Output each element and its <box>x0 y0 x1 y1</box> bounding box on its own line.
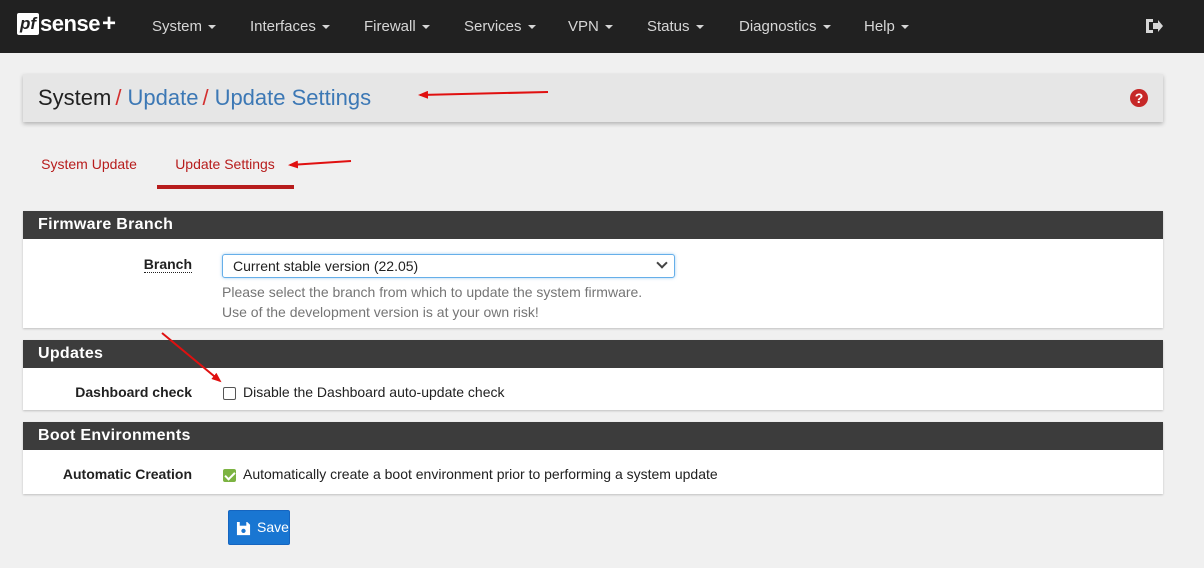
updates-panel: Updates Dashboard check Disable the Dash… <box>23 340 1163 410</box>
tab-system-update[interactable]: System Update <box>41 150 137 188</box>
nav-menu-status[interactable]: Status <box>647 0 704 53</box>
question-circle-icon[interactable]: ? <box>1130 89 1148 107</box>
nav-menu-label: Status <box>647 18 690 35</box>
panel-heading: Firmware Branch <box>23 211 1163 239</box>
nav-menu-label: System <box>152 18 203 35</box>
caret-down-icon <box>527 25 536 29</box>
pfsense-logo[interactable]: pf sense + <box>17 10 116 38</box>
dashboard-check-checkbox[interactable] <box>223 387 236 400</box>
nav-menu-label: VPN <box>568 18 599 35</box>
save-button[interactable]: Save <box>228 510 290 545</box>
branch-label-wrap: Branch <box>143 256 192 273</box>
dashboard-check-label: Dashboard check <box>75 384 192 400</box>
caret-down-icon <box>321 25 330 29</box>
nav-menu-label: Interfaces <box>250 18 316 35</box>
panel-heading: Updates <box>23 340 1163 368</box>
nav-menu-help[interactable]: Help <box>864 0 909 53</box>
nav-menu-interfaces[interactable]: Interfaces <box>250 0 330 53</box>
nav-menu-label: Help <box>864 18 895 35</box>
caret-down-icon <box>695 25 704 29</box>
floppy-disk-icon <box>236 521 251 536</box>
logo-plus-text: + <box>101 10 116 37</box>
caret-down-icon <box>208 25 217 29</box>
active-tab-indicator <box>157 185 294 189</box>
branch-help-line1: Please select the branch from which to u… <box>222 284 643 300</box>
nav-menu-vpn[interactable]: VPN <box>568 0 613 53</box>
annotation-arrow <box>288 160 352 169</box>
panel-heading: Boot Environments <box>23 422 1163 450</box>
breadcrumb-bar: System / Update / Update Settings ? <box>23 74 1163 122</box>
nav-menu-label: Services <box>464 18 522 35</box>
automatic-creation-checkbox-label[interactable]: Automatically create a boot environment … <box>243 466 718 482</box>
nav-menu-system[interactable]: System <box>152 0 217 53</box>
nav-menu-diagnostics[interactable]: Diagnostics <box>739 0 831 53</box>
caret-down-icon <box>900 25 909 29</box>
logo-pf-text: pf <box>17 13 40 35</box>
caret-down-icon <box>604 25 613 29</box>
firmware-branch-panel: Firmware Branch Branch Current stable ve… <box>23 211 1163 328</box>
sign-out-icon[interactable] <box>1144 16 1164 36</box>
caret-down-icon <box>822 25 831 29</box>
branch-help-line2: Use of the development version is at you… <box>222 304 539 320</box>
branch-select-value: Current stable version (22.05) <box>233 258 419 274</box>
chevron-down-icon <box>656 257 668 269</box>
branch-label: Branch <box>143 256 192 273</box>
logo-sense-text: sense <box>40 11 100 36</box>
automatic-creation-label: Automatic Creation <box>62 466 192 482</box>
nav-menu-services[interactable]: Services <box>464 0 536 53</box>
breadcrumb-separator: / <box>202 85 209 110</box>
nav-menu-firewall[interactable]: Firewall <box>364 0 430 53</box>
automatic-creation-checkbox[interactable] <box>223 469 236 482</box>
nav-menu-label: Diagnostics <box>739 18 817 35</box>
tab-update-settings[interactable]: Update Settings <box>165 150 285 188</box>
boot-environments-panel: Boot Environments Automatic Creation Aut… <box>23 422 1163 494</box>
dashboard-check-checkbox-label[interactable]: Disable the Dashboard auto-update check <box>243 384 505 400</box>
caret-down-icon <box>421 25 430 29</box>
breadcrumb-separator: / <box>115 85 122 110</box>
branch-select[interactable]: Current stable version (22.05) <box>222 254 675 278</box>
top-navbar: pf sense + System Interfaces Firewall Se… <box>0 0 1204 53</box>
breadcrumb-system: System <box>38 85 112 110</box>
breadcrumb: System / Update / Update Settings <box>38 74 371 122</box>
breadcrumb-update-link[interactable]: Update <box>127 85 198 110</box>
save-button-label: Save <box>257 519 289 535</box>
breadcrumb-update-settings-link[interactable]: Update Settings <box>215 85 372 110</box>
nav-menu-label: Firewall <box>364 18 416 35</box>
